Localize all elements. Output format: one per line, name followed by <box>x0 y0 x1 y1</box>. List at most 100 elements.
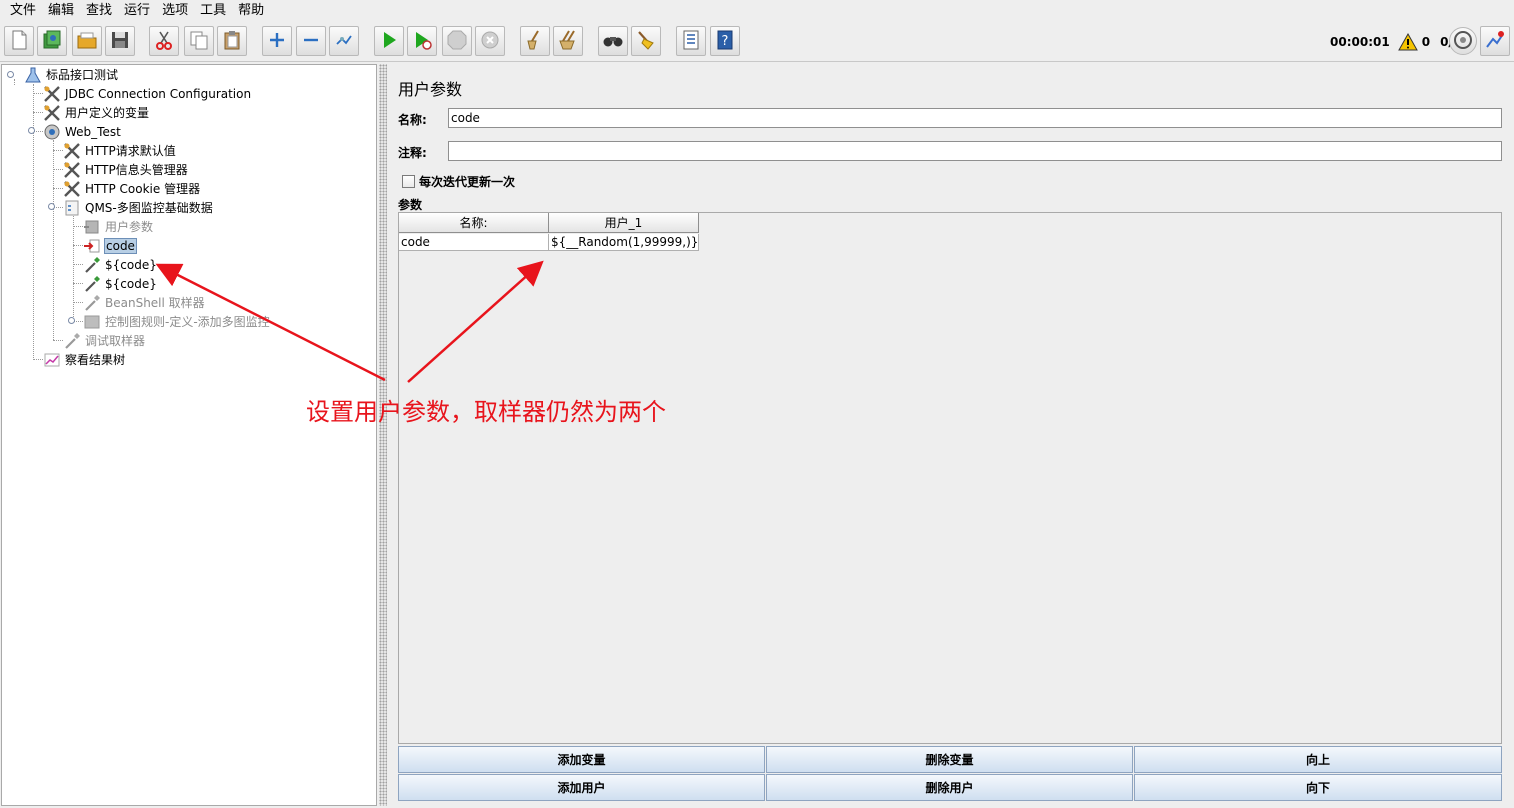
web-test-toggle[interactable] <box>28 127 35 134</box>
start-no-pause-icon <box>411 29 433 54</box>
function-helper-button[interactable] <box>676 26 706 56</box>
comment-label: 注释: <box>398 146 427 160</box>
menu-search[interactable]: 查找 <box>80 0 118 22</box>
checkbox-label: 每次迭代更新一次 <box>419 175 516 189</box>
tree-label: ${code} <box>105 276 157 291</box>
table-cell[interactable]: code <box>399 234 549 251</box>
table-cell[interactable]: ${__Random(1,99999,)} <box>549 234 699 251</box>
tree-node-qms[interactable]: QMS-多图监控基础数据 <box>63 198 214 217</box>
column-header-name[interactable]: 名称: <box>399 213 549 233</box>
cut-button[interactable] <box>149 26 179 56</box>
paste-button[interactable] <box>217 26 247 56</box>
new-icon <box>8 29 30 54</box>
tree-node-http-header[interactable]: HTTP信息头管理器 <box>63 160 189 179</box>
remote-button[interactable] <box>1449 27 1477 55</box>
menu-tools[interactable]: 工具 <box>194 0 232 22</box>
templates-button[interactable] <box>37 26 67 56</box>
tree-node-test-plan[interactable]: 标品接口测试 <box>24 65 119 84</box>
gear-icon <box>43 123 61 141</box>
pipette-icon <box>63 332 81 350</box>
pipette-icon <box>83 275 101 293</box>
tree-node-results-tree[interactable]: 察看结果树 <box>43 350 126 369</box>
params-table[interactable]: 名称: 用户_1 code ${__Random(1,99999,)} <box>398 212 1502 744</box>
test-plan-tree[interactable]: 标品接口测试 JDBC Connection Configuration 用户定… <box>1 64 377 806</box>
wrench-icon <box>63 142 81 160</box>
add-variable-button[interactable]: 添加变量 <box>398 746 765 773</box>
tree-node-http-defaults[interactable]: HTTP请求默认值 <box>63 141 177 160</box>
open-icon <box>76 29 98 54</box>
clear-all-button[interactable] <box>553 26 583 56</box>
annotation-text: 设置用户参数，取样器仍然为两个 <box>306 398 666 426</box>
copy-button[interactable] <box>184 26 214 56</box>
tree-node-beanshell[interactable]: BeanShell 取样器 <box>83 293 206 312</box>
open-button[interactable] <box>72 26 102 56</box>
stop-button[interactable] <box>442 26 472 56</box>
add-user-button[interactable]: 添加用户 <box>398 774 765 801</box>
help-button[interactable]: ? <box>710 26 740 56</box>
search-button[interactable] <box>598 26 628 56</box>
expand-icon <box>266 29 288 54</box>
tree-node-user-vars[interactable]: 用户定义的变量 <box>43 103 150 122</box>
tree-node-code[interactable]: code <box>83 236 137 255</box>
new-button[interactable] <box>4 26 34 56</box>
clear-button[interactable] <box>520 26 550 56</box>
name-field[interactable] <box>448 108 1502 128</box>
elapsed-timer: 00:00:01 <box>1330 35 1390 49</box>
tree-node-code-sampler-1[interactable]: ${code} <box>83 255 158 274</box>
wrench-icon <box>63 180 81 198</box>
tree-node-http-cookie[interactable]: HTTP Cookie 管理器 <box>63 179 201 198</box>
qms-toggle[interactable] <box>48 203 55 210</box>
delete-user-button[interactable]: 删除用户 <box>766 774 1133 801</box>
tree-node-web-test[interactable]: Web_Test <box>43 122 122 141</box>
tree-node-code-sampler-2[interactable]: ${code} <box>83 274 158 293</box>
collapse-all-button[interactable] <box>296 26 326 56</box>
tree-node-debug-sampler[interactable]: 调试取样器 <box>63 331 146 350</box>
menu-file[interactable]: 文件 <box>4 0 42 22</box>
expand-all-button[interactable] <box>262 26 292 56</box>
tree-node-controller[interactable]: 控制图规则-定义-添加多图监控 <box>83 312 271 331</box>
controller-icon <box>83 313 101 331</box>
shutdown-button[interactable] <box>475 26 505 56</box>
toggle-button[interactable] <box>329 26 359 56</box>
move-down-button[interactable]: 向下 <box>1134 774 1502 801</box>
start-icon <box>378 29 400 54</box>
save-icon <box>109 29 131 54</box>
tree-label: 控制图规则-定义-添加多图监控 <box>105 315 270 329</box>
root-toggle[interactable] <box>7 71 14 78</box>
wrench-icon <box>43 104 61 122</box>
pipette-icon <box>83 294 101 312</box>
log-viewer-button[interactable] <box>1480 26 1510 56</box>
stop-icon <box>446 29 468 54</box>
save-button[interactable] <box>105 26 135 56</box>
params-section-label: 参数 <box>398 198 423 212</box>
move-up-button[interactable]: 向上 <box>1134 746 1502 773</box>
menu-run[interactable]: 运行 <box>118 0 156 22</box>
tree-node-jdbc[interactable]: JDBC Connection Configuration <box>43 84 252 103</box>
column-header-user-1[interactable]: 用户_1 <box>549 213 699 233</box>
start-button[interactable] <box>374 26 404 56</box>
tree-node-user-params[interactable]: 用户参数 <box>83 217 154 236</box>
graph-icon <box>43 351 61 369</box>
clear-icon <box>524 29 546 54</box>
tree-label: ${code} <box>105 257 157 272</box>
user-params-panel: 用户参数 名称: 注释: 每次迭代更新一次 参数 名称: 用户_1 code $… <box>389 64 1512 806</box>
pipette-icon <box>83 256 101 274</box>
start-no-pause-button[interactable] <box>407 26 437 56</box>
reset-search-button[interactable] <box>631 26 661 56</box>
comment-field[interactable] <box>448 141 1502 161</box>
tree-label: 用户参数 <box>105 220 154 234</box>
flask-icon <box>24 66 42 84</box>
controller-toggle[interactable] <box>68 317 75 324</box>
menu-options[interactable]: 选项 <box>156 0 194 22</box>
update-each-iteration-checkbox[interactable] <box>402 175 415 188</box>
toolbar: ? 00:00:01 0 0/1 <box>0 22 1514 62</box>
reset-search-icon <box>635 29 657 54</box>
menu-edit[interactable]: 编辑 <box>42 0 80 22</box>
remote-icon <box>1452 29 1474 54</box>
delete-variable-button[interactable]: 删除变量 <box>766 746 1133 773</box>
split-pane-divider[interactable] <box>379 64 387 806</box>
status-area: 00:00:01 0 0/1 <box>1330 22 1461 62</box>
tree-label: 标品接口测试 <box>46 68 119 82</box>
menu-help[interactable]: 帮助 <box>232 0 270 22</box>
tree-label: QMS-多图监控基础数据 <box>85 201 213 215</box>
